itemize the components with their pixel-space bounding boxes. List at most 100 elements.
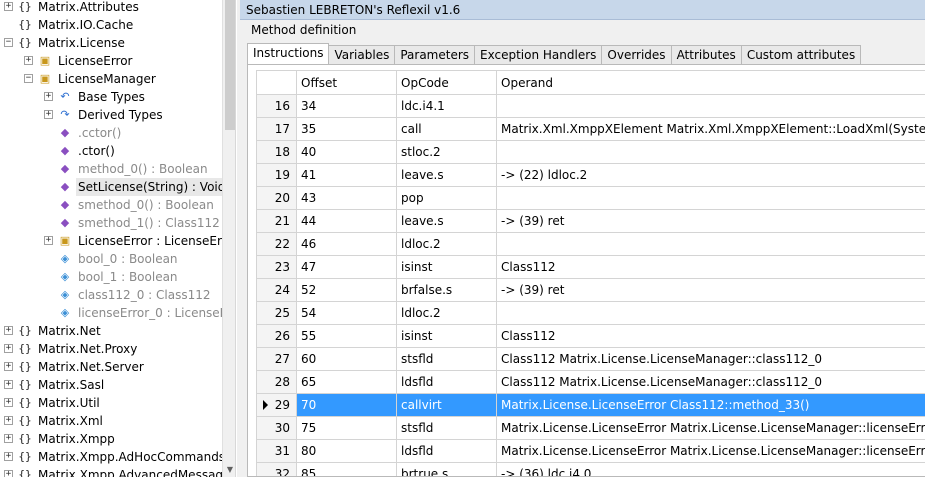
tree-item[interactable]: {} Matrix.IO.Cache [0,16,222,34]
expand-icon[interactable]: + [44,236,53,245]
opcode-cell[interactable]: ldsfld [396,370,497,394]
tab-instructions[interactable]: Instructions [247,43,330,66]
offset-cell[interactable]: 52 [296,278,397,302]
instruction-row[interactable]: 19 41 leave.s -> (22) ldloc.2 [256,163,925,187]
operand-cell[interactable]: Class112 [496,255,925,279]
operand-cell[interactable]: Class112 Matrix.License.LicenseManager::… [496,370,925,394]
operand-cell[interactable]: -> (36) ldc.i4.0 [496,462,925,476]
tree-item[interactable]: ◆ smethod_1() : Class112 [0,214,222,232]
instruction-row[interactable]: 22 46 ldloc.2 [256,232,925,256]
tree-item[interactable]: + {} Matrix.Xmpp [0,430,222,448]
offset-cell[interactable]: 46 [296,232,397,256]
operand-cell[interactable]: Matrix.License.LicenseError Matrix.Licen… [496,439,925,463]
tree-item[interactable]: + {} Matrix.Util [0,394,222,412]
instruction-row[interactable]: 21 44 leave.s -> (39) ret [256,209,925,233]
tab-parameters[interactable]: Parameters [394,45,476,65]
column-header-offset[interactable]: Offset [296,70,397,95]
expand-icon[interactable]: + [4,362,13,371]
collapse-icon[interactable]: − [4,38,13,47]
row-index-cell[interactable]: 30 [256,416,297,440]
operand-cell[interactable] [496,94,925,118]
instruction-row[interactable]: 31 80 ldsfld Matrix.License.LicenseError Ma… [256,439,925,463]
expand-icon[interactable]: + [4,416,13,425]
tree-scrollbar-thumb[interactable] [225,0,235,130]
tree-item[interactable]: ◆ SetLicense(String) : Void [0,178,222,196]
tree-item[interactable]: ◈ licenseError_0 : LicenseError [0,304,222,322]
instruction-row[interactable]: 32 85 brtrue.s -> (36) ldc.i4.0 [256,462,925,476]
tree-item[interactable]: + {} Matrix.Sasl [0,376,222,394]
tree-item[interactable]: + ↶ Base Types [0,88,222,106]
expand-icon[interactable]: + [4,326,13,335]
expand-icon[interactable]: + [4,434,13,443]
expand-icon[interactable]: + [4,398,13,407]
tree-item[interactable]: ◆ .ctor() [0,142,222,160]
tab-variables[interactable]: Variables [328,45,396,65]
offset-cell[interactable]: 60 [296,347,397,371]
tab-custom-attributes[interactable]: Custom attributes [740,45,862,65]
instruction-row[interactable]: 26 55 isinst Class112 [256,324,925,348]
row-index-cell[interactable]: 17 [256,117,297,141]
opcode-cell[interactable]: stloc.2 [396,140,497,164]
instruction-row[interactable]: 27 60 stsfld Class112 Matrix.License.Licens… [256,347,925,371]
operand-cell[interactable]: -> (39) ret [496,278,925,302]
assembly-tree[interactable]: +{} Matrix.Attributes{} Matrix.IO.Cache −{}… [0,0,236,477]
tree-item[interactable]: + {} Matrix.Net.Proxy [0,340,222,358]
row-index-cell[interactable]: 21 [256,209,297,233]
instruction-row[interactable]: 23 47 isinst Class112 [256,255,925,279]
tree-item[interactable]: ◈ bool_0 : Boolean [0,250,222,268]
opcode-cell[interactable]: ldloc.2 [396,232,497,256]
row-index-cell[interactable]: 25 [256,301,297,325]
tab-overrides[interactable]: Overrides [601,45,672,65]
column-header-operand[interactable]: Operand [496,70,925,95]
opcode-cell[interactable]: call [396,117,497,141]
operand-cell[interactable]: -> (22) ldloc.2 [496,163,925,187]
offset-cell[interactable]: 34 [296,94,397,118]
operand-cell[interactable]: Matrix.License.LicenseError Class112::me… [496,393,925,417]
opcode-cell[interactable]: stsfld [396,347,497,371]
row-index-cell[interactable]: 16 [256,94,297,118]
tree-item[interactable]: ◆ smethod_0() : Boolean [0,196,222,214]
instruction-row[interactable]: 29 70 callvirt Matrix.License.LicenseError … [256,393,925,417]
row-index-cell[interactable]: 26 [256,324,297,348]
opcode-cell[interactable]: leave.s [396,209,497,233]
offset-cell[interactable]: 41 [296,163,397,187]
row-index-cell[interactable]: 31 [256,439,297,463]
tree-item[interactable]: + {} Matrix.Xmpp.AdvancedMessageProcessing [0,466,222,477]
expand-icon[interactable]: + [4,2,13,11]
row-index-cell[interactable]: 20 [256,186,297,210]
opcode-cell[interactable]: leave.s [396,163,497,187]
operand-cell[interactable]: Class112 Matrix.License.LicenseManager::… [496,347,925,371]
opcode-cell[interactable]: ldc.i4.1 [396,94,497,118]
offset-cell[interactable]: 44 [296,209,397,233]
column-header-index[interactable] [256,70,297,95]
instruction-row[interactable]: 28 65 ldsfld Class112 Matrix.License.Licens… [256,370,925,394]
expand-icon[interactable]: + [24,56,33,65]
row-index-cell[interactable]: 27 [256,347,297,371]
opcode-cell[interactable]: pop [396,186,497,210]
offset-cell[interactable]: 75 [296,416,397,440]
offset-cell[interactable]: 55 [296,324,397,348]
opcode-cell[interactable]: brfalse.s [396,278,497,302]
opcode-cell[interactable]: isinst [396,324,497,348]
opcode-cell[interactable]: ldsfld [396,439,497,463]
operand-cell[interactable] [496,232,925,256]
instruction-row[interactable]: 25 54 ldloc.2 [256,301,925,325]
tree-item[interactable]: + {} Matrix.Xml [0,412,222,430]
tab-exception-handlers[interactable]: Exception Handlers [474,45,603,65]
instruction-row[interactable]: 17 35 call Matrix.Xml.XmppXElement Matrix.X… [256,117,925,141]
instruction-row[interactable]: 24 52 brfalse.s -> (39) ret [256,278,925,302]
tree-item[interactable]: + ▣ LicenseError : LicenseError [0,232,222,250]
tree-item[interactable]: ◆ method_0() : Boolean [0,160,222,178]
tree-item[interactable]: + ▣ LicenseError [0,52,222,70]
tab-attributes[interactable]: Attributes [670,45,742,65]
tree-item[interactable]: + {} Matrix.Net.Server [0,358,222,376]
tree-item[interactable]: ◆ .cctor() [0,124,222,142]
operand-cell[interactable] [496,301,925,325]
tree-scrollbar[interactable]: ▼ [222,0,235,477]
tree-item[interactable]: ◈ bool_1 : Boolean [0,268,222,286]
offset-cell[interactable]: 70 [296,393,397,417]
opcode-cell[interactable]: stsfld [396,416,497,440]
tree-item[interactable]: ◈ class112_0 : Class112 [0,286,222,304]
tree-item[interactable]: −{} Matrix.License [0,34,222,52]
instruction-row[interactable]: 18 40 stloc.2 [256,140,925,164]
